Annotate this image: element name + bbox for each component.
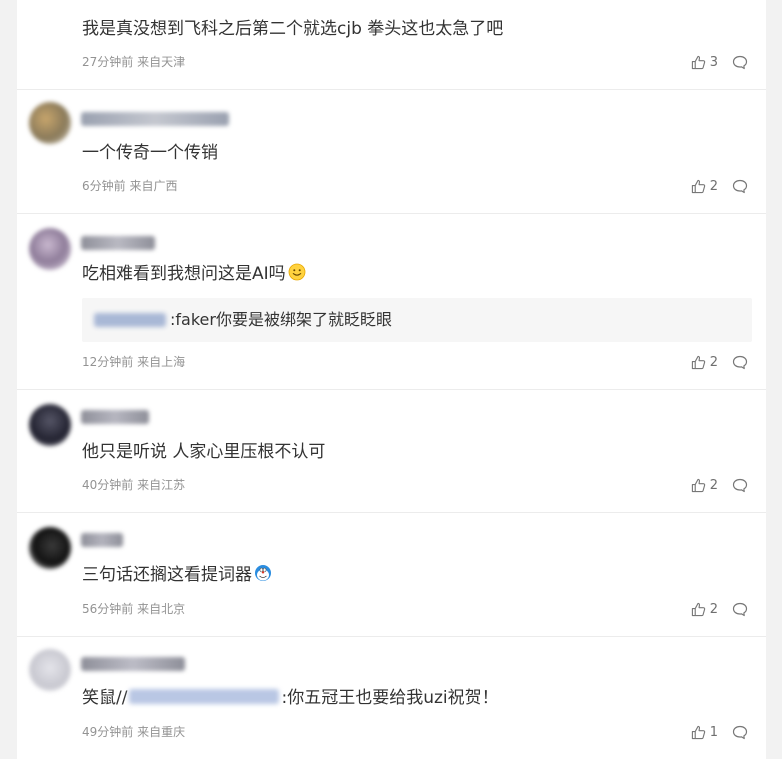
- comment-list: 我是真没想到飞科之后第二个就选cjb 拳头这也太急了吧 27分钟前 来自天津 3…: [17, 0, 766, 759]
- comment-bubble-icon: [732, 55, 748, 69]
- username[interactable]: [81, 236, 155, 250]
- comment-text: 一个传奇一个传销: [82, 143, 218, 163]
- comment-actions: 3: [691, 53, 748, 71]
- mention-link[interactable]: [129, 689, 280, 704]
- reply-button[interactable]: [732, 355, 748, 370]
- like-count: 2: [709, 354, 718, 370]
- reply-button[interactable]: [732, 478, 748, 493]
- comment-item: 吃相难看到我想问这是AI吗 :faker你要是被绑架了就眨眨眼 12分钟前 来自…: [17, 214, 766, 390]
- reply-button[interactable]: [732, 55, 748, 70]
- quoted-username[interactable]: [94, 313, 166, 327]
- comment-meta: 12分钟前 来自上海: [82, 355, 186, 369]
- avatar[interactable]: [29, 527, 71, 569]
- username[interactable]: [81, 410, 149, 424]
- comment-text-prefix: 笑鼠//: [82, 688, 128, 708]
- comment-text-body: 三句话还搁这看提词器: [82, 565, 252, 585]
- comment-text: 三句话还搁这看提词器: [82, 563, 272, 587]
- comment-text: 我是真没想到飞科之后第二个就选cjb 拳头这也太急了吧: [82, 19, 504, 39]
- comment-bubble-icon: [732, 179, 748, 193]
- comment-meta: 49分钟前 来自重庆: [82, 725, 186, 739]
- like-button[interactable]: 2: [691, 179, 718, 194]
- like-button[interactable]: 2: [691, 355, 718, 370]
- like-button[interactable]: 2: [691, 478, 718, 493]
- avatar[interactable]: [29, 102, 71, 144]
- avatar[interactable]: [29, 404, 71, 446]
- comment-actions: 2: [691, 177, 748, 195]
- like-count: 1: [709, 724, 718, 740]
- comment-item: 他只是听说 人家心里压根不认可 40分钟前 来自江苏 2: [17, 390, 766, 513]
- avatar[interactable]: [29, 228, 71, 270]
- comment-actions: 2: [691, 353, 748, 371]
- avatar[interactable]: [29, 649, 71, 691]
- thumbs-up-icon: [691, 478, 705, 492]
- comment-meta: 6分钟前 来自广西: [82, 179, 178, 193]
- quoted-text: :faker你要是被绑架了就眨眨眼: [170, 310, 392, 329]
- comment-text: 吃相难看到我想问这是AI吗: [82, 262, 306, 286]
- comment-meta: 40分钟前 来自江苏: [82, 478, 186, 492]
- comment-item: 三句话还搁这看提词器 56分钟前 来自北京 2: [17, 513, 766, 637]
- username[interactable]: [81, 657, 185, 671]
- reply-button[interactable]: [732, 602, 748, 617]
- like-count: 3: [709, 54, 718, 70]
- like-button[interactable]: 2: [691, 602, 718, 617]
- comment-text: 他只是听说 人家心里压根不认可: [82, 442, 326, 462]
- comment-actions: 2: [691, 476, 748, 494]
- comment-actions: 2: [691, 600, 748, 618]
- comment-item: 一个传奇一个传销 6分钟前 来自广西 2: [17, 90, 766, 214]
- like-button[interactable]: 3: [691, 55, 718, 70]
- comment-bubble-icon: [732, 602, 748, 616]
- reply-button[interactable]: [732, 725, 748, 740]
- thumbs-up-icon: [691, 55, 705, 69]
- comment-item: 我是真没想到飞科之后第二个就选cjb 拳头这也太急了吧 27分钟前 来自天津 3: [17, 0, 766, 90]
- comment-meta: 56分钟前 来自北京: [82, 602, 186, 616]
- comment-text: 笑鼠// :你五冠王也要给我uzi祝贺！: [82, 686, 499, 710]
- comment-bubble-icon: [732, 725, 748, 739]
- thumbs-up-icon: [691, 355, 705, 369]
- reply-button[interactable]: [732, 179, 748, 194]
- like-count: 2: [709, 601, 718, 617]
- comment-text-body: 吃相难看到我想问这是AI吗: [82, 264, 286, 284]
- like-count: 2: [709, 178, 718, 194]
- comment-bubble-icon: [732, 355, 748, 369]
- thumbs-up-icon: [691, 725, 705, 739]
- comment-meta: 27分钟前 来自天津: [82, 55, 186, 69]
- username[interactable]: [81, 112, 229, 126]
- comment-bubble-icon: [732, 478, 748, 492]
- thumbs-up-icon: [691, 602, 705, 616]
- smiley-emoji-icon: [288, 263, 306, 281]
- comment-actions: 1: [691, 723, 748, 741]
- username[interactable]: [81, 533, 123, 547]
- quoted-reply[interactable]: :faker你要是被绑架了就眨眨眼: [82, 298, 752, 342]
- like-button[interactable]: 1: [691, 725, 718, 740]
- thumbs-up-icon: [691, 179, 705, 193]
- like-count: 2: [709, 477, 718, 493]
- doraemon-emoji-icon: [254, 564, 272, 582]
- comment-text-suffix: :你五冠王也要给我uzi祝贺！: [281, 688, 499, 708]
- comment-item: 笑鼠// :你五冠王也要给我uzi祝贺！ 49分钟前 来自重庆 1: [17, 637, 766, 759]
